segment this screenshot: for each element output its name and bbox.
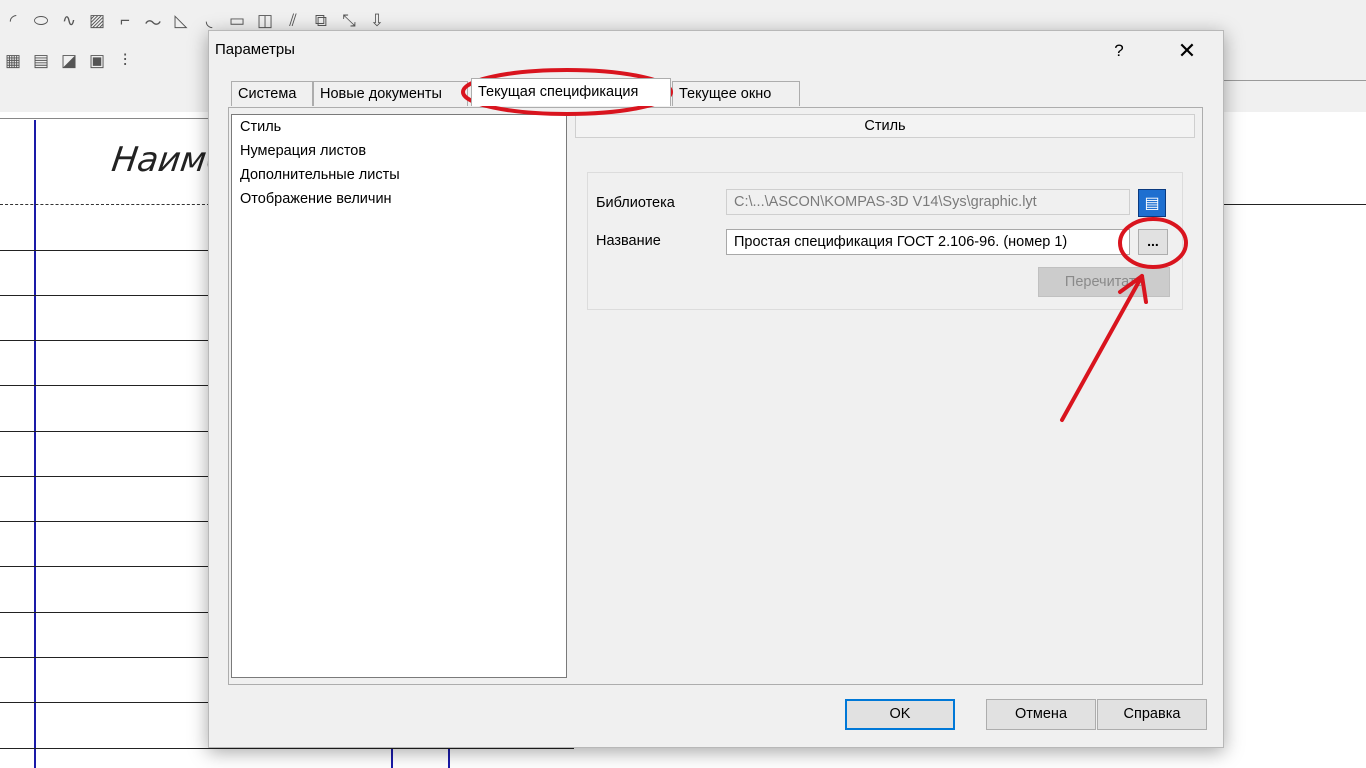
- reread-button: Перечитать: [1038, 267, 1170, 297]
- stretch-tool-icon[interactable]: ⤡: [338, 10, 360, 32]
- tab-current-window[interactable]: Текущее окно: [672, 81, 800, 106]
- settings-panel: Стиль Нумерация листов Дополнительные ли…: [229, 108, 1202, 684]
- frame-line-vertical: [448, 748, 450, 768]
- table-row-line: [0, 295, 210, 296]
- help-icon[interactable]: ?: [1104, 37, 1134, 65]
- folder-icon: ▤: [1144, 195, 1160, 212]
- copy-tool-icon[interactable]: ⧉: [310, 10, 332, 32]
- curve-tool-icon[interactable]: 〜: [142, 10, 164, 33]
- settings-tree: Стиль Нумерация листов Дополнительные ли…: [231, 114, 567, 678]
- toolbar-row-bottom: ▦ ▤ ◪ ▣ ⫶: [0, 44, 136, 78]
- tree-item-sheet-numbering[interactable]: Нумерация листов: [240, 143, 366, 159]
- layer-tool-icon[interactable]: ▤: [30, 50, 52, 72]
- tab-current-specification[interactable]: Текущая спецификация: [471, 78, 671, 106]
- table-row-line: [0, 748, 574, 749]
- dialog-title: Параметры: [215, 41, 295, 58]
- frame-line-horizontal: [0, 204, 210, 206]
- table-row-line: [0, 566, 210, 567]
- table-row-line: [0, 702, 210, 703]
- attribute-tool-icon[interactable]: ◪: [58, 50, 80, 72]
- tab-new-documents[interactable]: Новые документы: [313, 81, 468, 106]
- dialog-titlebar[interactable]: Параметры ? ✕: [209, 31, 1223, 71]
- polyline-tool-icon[interactable]: ⌐: [114, 10, 136, 32]
- table-row-line: [0, 340, 210, 341]
- arc-tool-icon[interactable]: ◜: [2, 10, 24, 32]
- fillet-tool-icon[interactable]: ◟: [198, 10, 220, 32]
- table-row-line: [0, 521, 210, 522]
- parameters-dialog: Параметры ? ✕ Система Новые документы Те…: [208, 30, 1224, 748]
- ellipse-tool-icon[interactable]: ⬭: [30, 10, 52, 32]
- tree-item-style[interactable]: Стиль: [240, 119, 281, 135]
- table-row-line: [0, 476, 210, 477]
- table-row-line: [0, 431, 210, 432]
- frame-line-horizontal: [0, 118, 210, 119]
- frame-line-vertical: [34, 120, 36, 768]
- name-label: Название: [596, 233, 661, 249]
- table-row-line: [0, 250, 210, 251]
- table-row-line: [0, 657, 210, 658]
- shape-tool-icon[interactable]: ◫: [254, 10, 276, 32]
- insert-tool-icon[interactable]: ⇩: [366, 10, 388, 32]
- tree-item-additional-sheets[interactable]: Дополнительные листы: [240, 167, 400, 183]
- table-tool-icon[interactable]: ▦: [2, 50, 24, 72]
- library-path-field: C:\...\ASCON\KOMPAS-3D V14\Sys\graphic.l…: [726, 189, 1130, 215]
- chamfer-tool-icon[interactable]: ◺: [170, 10, 192, 32]
- frame-line-vertical: [391, 748, 393, 768]
- ok-button[interactable]: OK: [845, 699, 955, 730]
- table-row-line: [0, 385, 210, 386]
- section-header: Стиль: [575, 114, 1195, 138]
- view-tool-icon[interactable]: ▣: [86, 50, 108, 72]
- style-browse-button[interactable]: ...: [1138, 229, 1168, 255]
- hatch-tool-icon[interactable]: ▨: [86, 10, 108, 32]
- tab-content: Стиль Нумерация листов Дополнительные ли…: [228, 107, 1203, 685]
- close-icon[interactable]: ✕: [1169, 37, 1205, 65]
- trim-tool-icon[interactable]: ⫽: [282, 10, 304, 32]
- tab-system[interactable]: Система: [231, 81, 313, 106]
- align-tool-icon[interactable]: ⫶: [114, 50, 136, 72]
- spline-tool-icon[interactable]: ∿: [58, 10, 80, 32]
- rectangle-tool-icon[interactable]: ▭: [226, 10, 248, 32]
- frame-line-horizontal: [1220, 204, 1366, 205]
- library-browse-button[interactable]: ▤: [1138, 189, 1166, 217]
- table-row-line: [0, 612, 210, 613]
- tree-item-value-display[interactable]: Отображение величин: [240, 191, 392, 207]
- library-label: Библиотека: [596, 195, 675, 211]
- style-group: Библиотека C:\...\ASCON\KOMPAS-3D V14\Sy…: [587, 172, 1183, 310]
- drawing-column-header: Наименование: [109, 140, 211, 180]
- cancel-button[interactable]: Отмена: [986, 699, 1096, 730]
- style-name-field[interactable]: Простая спецификация ГОСТ 2.106-96. (ном…: [726, 229, 1130, 255]
- help-button[interactable]: Справка: [1097, 699, 1207, 730]
